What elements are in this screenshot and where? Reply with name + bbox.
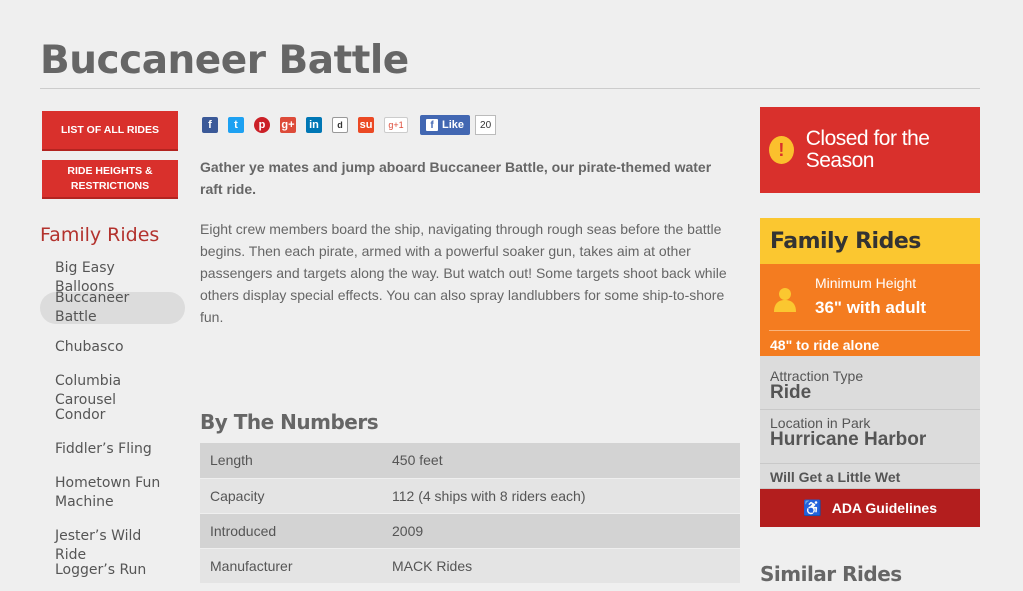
- title-divider: [40, 88, 980, 89]
- sidebar-item-condor[interactable]: Condor: [40, 406, 185, 425]
- stat-key: Length: [200, 443, 382, 479]
- like-label: Like: [442, 119, 465, 131]
- facebook-like-widget: f Like 20: [420, 115, 497, 135]
- sidebar-title: Family Rides: [40, 224, 160, 246]
- digg-icon[interactable]: d: [332, 117, 348, 133]
- similar-rides-heading: Similar Rides: [760, 562, 902, 586]
- wet-level: Will Get a Little Wet: [760, 464, 980, 489]
- height-requirement-box: Minimum Height 36" with adult 48" to rid…: [760, 264, 980, 356]
- facebook-like-button[interactable]: f Like: [420, 115, 471, 135]
- ride-heights-button[interactable]: RIDE HEIGHTS & RESTRICTIONS: [42, 160, 178, 199]
- sidebar-item-hometown-fun-machine[interactable]: Hometown Fun Machine: [40, 474, 185, 512]
- ada-guidelines-button[interactable]: ♿ ADA Guidelines: [760, 489, 980, 527]
- by-the-numbers-heading: By The Numbers: [200, 410, 379, 434]
- ride-status-banner: ! Closed for the Season: [760, 107, 980, 193]
- linkedin-icon[interactable]: in: [306, 117, 322, 133]
- page-title: Buccaneer Battle: [40, 38, 409, 83]
- share-bar: f t p g+ in d su g+1 f Like 20: [202, 115, 497, 135]
- table-row: Length 450 feet: [200, 443, 740, 479]
- stat-key: Manufacturer: [200, 548, 382, 584]
- table-row: Manufacturer MACK Rides: [200, 548, 740, 584]
- stumbleupon-icon[interactable]: su: [358, 117, 374, 133]
- min-height-value: 36" with adult: [815, 298, 927, 317]
- ride-intro: Gather ye mates and jump aboard Buccanee…: [200, 159, 712, 197]
- stat-value: 2009: [382, 513, 740, 549]
- person-icon: [774, 288, 796, 312]
- pinterest-icon[interactable]: p: [254, 117, 270, 133]
- wheelchair-icon: ♿: [803, 500, 822, 517]
- like-count: 20: [475, 115, 497, 135]
- stat-value: 112 (4 ships with 8 riders each): [382, 478, 740, 514]
- sidebar-item-columbia-carousel[interactable]: Columbia Carousel: [40, 372, 185, 410]
- park-location-value: Hurricane Harbor: [770, 429, 927, 450]
- warning-icon: !: [769, 136, 794, 164]
- stat-key: Capacity: [200, 478, 382, 514]
- facebook-icon: f: [426, 119, 438, 131]
- sidebar-item-buccaneer-battle[interactable]: Buccaneer Battle: [40, 290, 185, 325]
- ride-category-header: Family Rides: [760, 218, 980, 264]
- sidebar-item-jesters-wild-ride[interactable]: Jester’s Wild Ride: [40, 527, 185, 565]
- height-divider: [769, 330, 970, 331]
- ride-alone-height: 48" to ride alone: [770, 337, 880, 353]
- min-height-label: Minimum Height: [815, 275, 917, 291]
- attraction-type: Attraction Type Ride: [760, 356, 980, 410]
- sidebar-item-loggers-run[interactable]: Logger’s Run: [40, 561, 185, 580]
- google-plus-icon[interactable]: g+: [280, 117, 296, 133]
- attraction-type-value: Ride: [770, 382, 812, 403]
- twitter-icon[interactable]: t: [228, 117, 244, 133]
- by-the-numbers-table: Length 450 feet Capacity 112 (4 ships wi…: [200, 443, 740, 584]
- facebook-icon[interactable]: f: [202, 117, 218, 133]
- sidebar-item-fiddlers-fling[interactable]: Fiddler’s Fling: [40, 440, 185, 459]
- ada-guidelines-label: ADA Guidelines: [831, 500, 937, 516]
- stat-value: 450 feet: [382, 443, 740, 479]
- ride-description: Eight crew members board the ship, navig…: [200, 221, 727, 325]
- table-row: Introduced 2009: [200, 513, 740, 549]
- table-row: Capacity 112 (4 ships with 8 riders each…: [200, 478, 740, 514]
- stat-key: Introduced: [200, 513, 382, 549]
- stat-value: MACK Rides: [382, 548, 740, 584]
- sidebar-item-chubasco[interactable]: Chubasco: [40, 338, 185, 357]
- list-all-rides-button[interactable]: LIST OF ALL RIDES: [42, 111, 178, 151]
- park-location: Location in Park Hurricane Harbor: [760, 410, 980, 464]
- google-plusone-icon[interactable]: g+1: [384, 117, 408, 133]
- ride-status-text: Closed for the Season: [805, 127, 930, 172]
